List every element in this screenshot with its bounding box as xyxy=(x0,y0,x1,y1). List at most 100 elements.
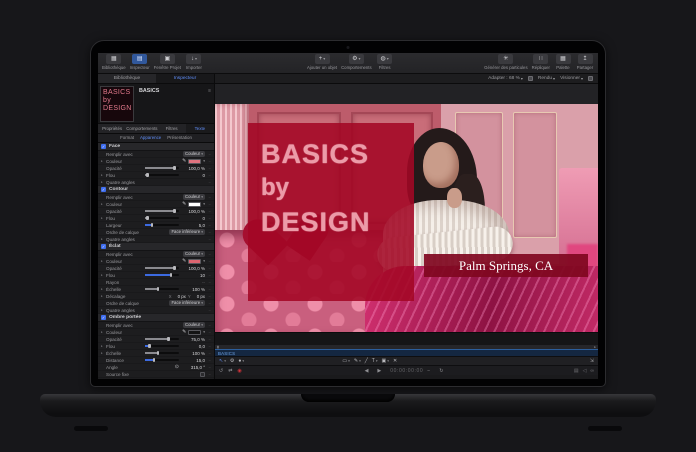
keyframe-menu-icon[interactable]: − xyxy=(205,173,211,178)
color-swatch[interactable] xyxy=(188,159,201,164)
keyframe-menu-icon[interactable]: − xyxy=(205,323,211,328)
toolbar-behaviors-button[interactable]: ⚙▾Comportements xyxy=(341,54,372,70)
keyframe-menu-icon[interactable]: − xyxy=(205,259,211,264)
keyframe-menu-icon[interactable]: − xyxy=(205,351,211,356)
play-button[interactable]: ▶ xyxy=(377,368,381,374)
timeline-clip[interactable]: BASICS xyxy=(215,349,598,356)
slider-thumb[interactable] xyxy=(157,287,160,292)
close-tool[interactable]: ✕ xyxy=(393,358,397,364)
keyframe-menu-icon[interactable]: − xyxy=(205,223,211,228)
slider-track[interactable] xyxy=(145,288,179,290)
slider-thumb[interactable] xyxy=(167,337,170,342)
select-tool[interactable]: ↖▾ xyxy=(219,358,226,364)
slider-thumb[interactable] xyxy=(153,358,156,363)
location-caption[interactable]: Palm Springs, CA xyxy=(424,254,588,277)
slider-thumb[interactable] xyxy=(173,166,176,171)
keyframe-menu-icon[interactable]: − xyxy=(205,230,211,235)
keyframe-menu-icon[interactable]: − xyxy=(205,287,211,292)
link-icon[interactable]: ∞ xyxy=(590,368,594,374)
select-ordre-de-calque[interactable]: Face inférieure ▾ xyxy=(169,300,205,307)
zoom-select[interactable]: Adapter : 68 %▾ xyxy=(488,76,523,81)
toolbar-project-window-button[interactable]: ▣Fenêtre Projet xyxy=(154,54,181,70)
color-swatch[interactable] xyxy=(188,202,201,207)
inspector-subtab-présentation[interactable]: Présentation xyxy=(167,134,192,142)
eyedropper-icon[interactable]: ✎ xyxy=(182,258,186,264)
slider-track[interactable] xyxy=(145,359,179,361)
toolbar-inspector-button[interactable]: ▤Inspecteur xyxy=(130,54,150,70)
keyframe-menu-icon[interactable]: − xyxy=(205,308,211,313)
eyedropper-icon[interactable]: ✎ xyxy=(182,158,186,164)
toolbar-share-button[interactable]: ↥Partager xyxy=(576,54,594,70)
filters-tool[interactable]: ●▾ xyxy=(238,358,244,364)
adjust-icon[interactable]: ≡ xyxy=(208,88,211,123)
keyframe-menu-icon[interactable]: − xyxy=(205,294,211,299)
keyframe-menu-icon[interactable]: − xyxy=(205,159,211,164)
slider-track[interactable] xyxy=(145,345,179,347)
eyedropper-icon[interactable]: ✎ xyxy=(182,201,186,207)
keyframe-menu-icon[interactable]: − xyxy=(205,180,211,185)
slider-track[interactable] xyxy=(145,210,179,212)
inspector-tab-propriétés[interactable]: Propriétés xyxy=(98,124,126,133)
inspector-tab-filtres[interactable]: Filtres xyxy=(157,124,185,133)
slider-thumb[interactable] xyxy=(170,273,173,278)
loop-icon[interactable]: ↻ xyxy=(439,368,443,374)
keyframe-menu-icon[interactable]: − xyxy=(205,365,211,370)
bezier-tool[interactable]: ✎▾ xyxy=(354,358,361,364)
color-swatch[interactable] xyxy=(188,259,201,264)
keyframe-menu-icon[interactable]: − xyxy=(205,237,211,242)
section-checkbox[interactable]: ✓ xyxy=(101,187,106,192)
slider-track[interactable] xyxy=(145,167,179,169)
section-checkbox[interactable]: ✓ xyxy=(101,315,106,320)
slider-track[interactable] xyxy=(145,338,179,340)
film-icon[interactable]: ▤ xyxy=(574,368,579,374)
loop-playback[interactable]: ↺ xyxy=(219,368,223,374)
keyframe-menu-icon[interactable]: − xyxy=(205,266,211,271)
channel-swatch[interactable] xyxy=(528,76,533,81)
text-tool[interactable]: T▾ xyxy=(372,358,378,364)
view-menu[interactable]: Visionner▾ xyxy=(560,76,583,81)
toolbar-emit-particles-button[interactable]: ✳Générer des particules xyxy=(484,54,527,70)
slider-thumb[interactable] xyxy=(146,173,149,178)
toolbar-palette-button[interactable]: ▦Palette xyxy=(554,54,572,70)
inspector-tab-comportements[interactable]: Comportements xyxy=(126,124,157,133)
select-remplir-avec[interactable]: Couleur ▾ xyxy=(183,251,205,258)
keyframe-menu-icon[interactable]: − xyxy=(205,372,211,377)
section-checkbox[interactable]: ✓ xyxy=(101,244,106,249)
section-checkbox[interactable]: ✓ xyxy=(101,144,106,149)
toolbar-replicate-button[interactable]: ∷Répliquer xyxy=(532,54,550,70)
slider-track[interactable] xyxy=(145,267,179,269)
select-remplir-avec[interactable]: Couleur ▾ xyxy=(183,151,205,158)
line-tool[interactable]: ╱ xyxy=(365,358,368,364)
slider-track[interactable] xyxy=(145,274,179,276)
y-value[interactable]: 0 px xyxy=(197,294,205,299)
toolbar-import-button[interactable]: ↓▾Importer xyxy=(185,54,203,70)
slider-thumb[interactable] xyxy=(157,351,160,356)
keyframe-menu-icon[interactable]: − xyxy=(205,280,211,285)
keyframe-menu-icon[interactable]: − xyxy=(205,209,211,214)
inspector-tab-texte[interactable]: Texte xyxy=(186,124,214,133)
toolbar-filters-button[interactable]: ◍▾Filtres xyxy=(376,54,394,70)
image-tool[interactable]: ▣▾ xyxy=(382,358,389,364)
toolbar-library-button[interactable]: ▦Bibliothèque xyxy=(102,54,126,70)
minus-button[interactable]: − xyxy=(427,368,430,374)
slider-track[interactable] xyxy=(145,224,179,226)
panel-tab-bibliothèque[interactable]: Bibliothèque xyxy=(98,74,156,83)
keyframe-menu-icon[interactable]: − xyxy=(205,202,211,207)
behaviors-tool[interactable]: ⚙ xyxy=(230,358,234,364)
slider-thumb[interactable] xyxy=(148,344,151,349)
keyframe-menu-icon[interactable]: − xyxy=(205,216,211,221)
layer-thumbnail[interactable]: BASICS by DESIGN xyxy=(100,86,134,122)
slider-track[interactable] xyxy=(145,352,179,354)
slider-thumb[interactable] xyxy=(151,223,154,228)
toolbar-add-object-button[interactable]: +▾Ajouter un objet xyxy=(307,54,337,70)
inspector-subtab-apparence[interactable]: Apparence xyxy=(140,134,161,142)
select-remplir-avec[interactable]: Couleur ▾ xyxy=(183,194,205,201)
keyframe-menu-icon[interactable]: − xyxy=(205,358,211,363)
audio-icon[interactable]: ◁ xyxy=(583,368,587,374)
inspector-subtab-format[interactable]: Format xyxy=(120,134,134,142)
keyframe-menu-icon[interactable]: − xyxy=(205,337,211,342)
title-card-overlay[interactable]: BASICS by DESIGN xyxy=(248,123,414,301)
x-value[interactable]: 0 px xyxy=(178,294,186,299)
select-ordre-de-calque[interactable]: Face inférieure ▾ xyxy=(169,229,205,236)
previous-frame-button[interactable]: ◀ xyxy=(365,368,369,374)
